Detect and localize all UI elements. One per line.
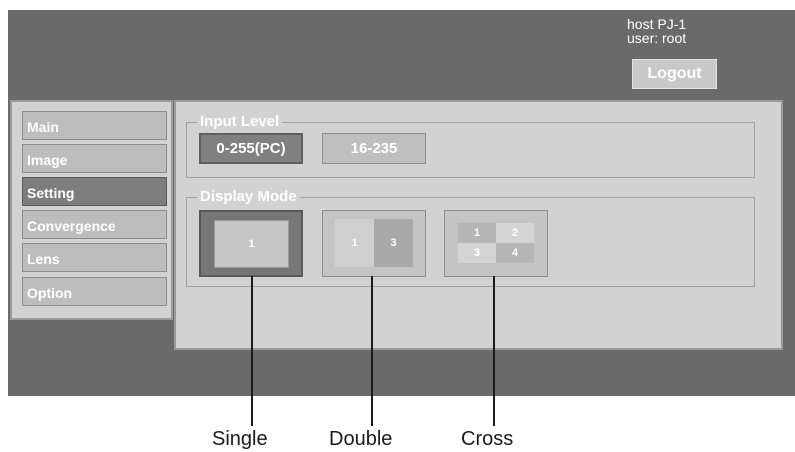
- settings-panel: Input Level 0-255(PC) 16-235 Display Mod…: [174, 100, 783, 350]
- sidebar-nav: Main Image Setting Convergence Lens Opti…: [10, 100, 173, 320]
- cross-callout-label: Cross: [461, 428, 514, 450]
- cross-pane-1: 1: [458, 223, 496, 243]
- logout-button[interactable]: Logout: [632, 59, 717, 89]
- sidebar-item-option[interactable]: Option: [22, 277, 167, 306]
- cross-pane-4: 4: [496, 243, 534, 263]
- sidebar-item-setting[interactable]: Setting: [22, 177, 167, 206]
- display-mode-group: Display Mode 1 1 3 1 2 3 4: [186, 188, 755, 287]
- single-callout-line: [251, 276, 253, 426]
- input-level-group: Input Level 0-255(PC) 16-235: [186, 113, 755, 178]
- sidebar-item-image[interactable]: Image: [22, 144, 167, 173]
- display-mode-double-button[interactable]: 1 3: [322, 210, 426, 277]
- host-info: host PJ-1 user: root: [627, 17, 686, 45]
- single-pane: 1: [214, 220, 289, 268]
- sidebar-item-main[interactable]: Main: [22, 111, 167, 140]
- sidebar-item-lens[interactable]: Lens: [22, 243, 167, 272]
- cross-callout-line: [493, 276, 495, 426]
- double-callout-line: [371, 276, 373, 426]
- single-callout-label: Single: [212, 428, 268, 450]
- display-mode-legend: Display Mode: [197, 188, 300, 206]
- host-name: host PJ-1: [627, 16, 687, 32]
- double-pane-left: 1: [335, 219, 374, 267]
- input-level-0-255-button[interactable]: 0-255(PC): [199, 133, 303, 164]
- input-level-legend: Input Level: [197, 113, 283, 131]
- double-pane-right: 3: [374, 219, 413, 267]
- cross-pane-2: 2: [496, 223, 534, 243]
- display-mode-single-button[interactable]: 1: [199, 210, 303, 277]
- cross-pane-3: 3: [458, 243, 496, 263]
- sidebar-item-convergence[interactable]: Convergence: [22, 210, 167, 239]
- double-callout-label: Double: [329, 428, 393, 450]
- user-name: user: root: [627, 30, 687, 46]
- display-mode-cross-button[interactable]: 1 2 3 4: [444, 210, 548, 277]
- input-level-16-235-button[interactable]: 16-235: [322, 133, 426, 164]
